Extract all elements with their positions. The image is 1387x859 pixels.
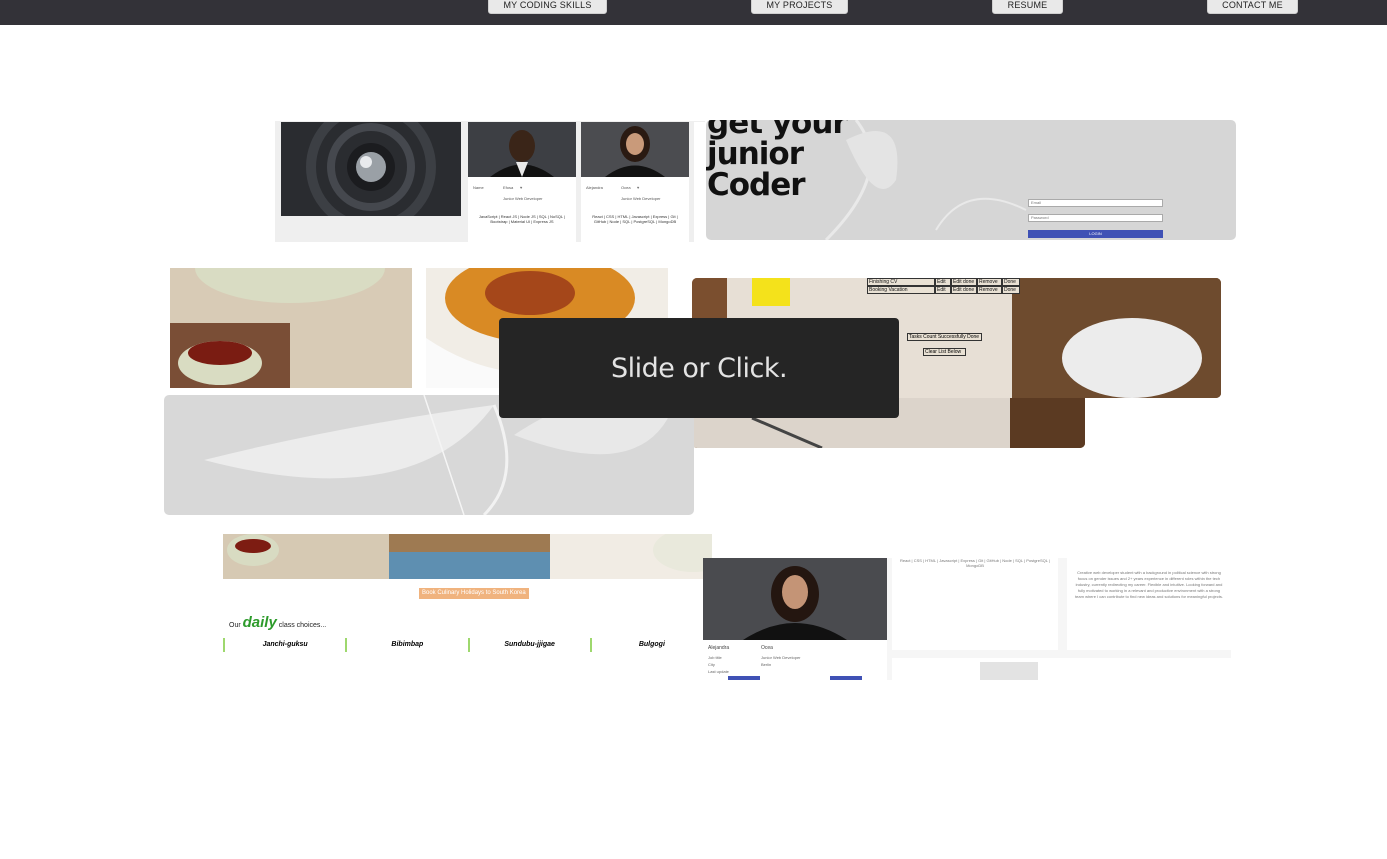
dish-item[interactable]: Bulgogi [589,638,712,652]
card-name-right: Ocea [621,185,631,190]
profile-action-button[interactable] [830,676,862,680]
edit-button[interactable]: Edit [935,286,951,294]
junior-coder-headline: get your junior Coder [707,120,848,203]
profile-card: Alejandra Ocea Job title Junior Web Deve… [703,558,887,680]
dish-item[interactable]: Sundubu-jjigae [467,638,590,652]
remove-button[interactable]: Remove [977,278,1002,286]
nav-coding-skills-button[interactable]: MY CODING SKILLS [488,0,607,14]
heart-icon[interactable]: ♥ [637,185,639,190]
profile-bottom-panel [892,658,1231,680]
mini-avatar [980,662,1038,680]
project-tile-dev-cards[interactable]: Name Efosa ♥ Junior Web Developer JavaSc… [275,121,705,242]
culinary-banner[interactable]: Book Culinary Holidays to South Korea [419,588,529,599]
profile-photo [703,558,887,640]
profile-bio-panel: Creative web developer student with a ba… [1067,558,1231,650]
project-tile-profile[interactable]: Alejandra Ocea Job title Junior Web Deve… [703,558,1231,680]
edit-done-button[interactable]: Edit done [951,286,977,294]
top-navbar: MY CODING SKILLS MY PROJECTS RESUME CONT… [0,0,1387,25]
card-name-left: Name [473,185,484,190]
password-field[interactable]: Password [1028,214,1163,222]
card-job-title: Junior Web Developer [621,196,661,201]
project-tile-junior-coder[interactable]: get your junior Coder Email Password LOG… [706,120,1236,240]
email-field[interactable]: Email [1028,199,1163,207]
developer-photo [468,122,576,177]
culinary-tagline: Our daily class choices... [229,614,327,631]
remove-button[interactable]: Remove [977,286,1002,294]
slide-or-click-overlay[interactable]: Slide or Click. [499,318,899,418]
dish-item[interactable]: Janchi-guksu [223,638,345,652]
done-button[interactable]: Done [1002,278,1020,286]
card-name-right: Efosa [503,185,514,190]
developer-card[interactable]: Name Efosa ♥ Junior Web Developer JavaSc… [468,122,576,242]
card-name-left: Alejandra [586,185,603,190]
dish-menu: Janchi-guksu Bibimbap Sundubu-jjigae Bul… [223,638,712,652]
project-tile-culinary[interactable]: Book Culinary Holidays to South Korea Ou… [223,534,712,655]
developer-card[interactable]: Alejandra Ocea ♥ Junior Web Developer Re… [581,122,689,242]
nav-contact-button[interactable]: CONTACT ME [1207,0,1298,14]
card-job-title: Junior Web Developer [503,196,543,201]
nav-resume-button[interactable]: RESUME [992,0,1063,14]
edit-button[interactable]: Edit [935,278,951,286]
edit-done-button[interactable]: Edit done [951,278,977,286]
developer-card-partial [694,122,705,242]
card-skills: JavaScript | React JS | Node JS | SQL | … [478,214,566,224]
profile-skills-panel: React | CSS | HTML | Javascript | Expres… [892,558,1058,650]
nav-projects-button[interactable]: MY PROJECTS [751,0,848,14]
tasks-count-button[interactable]: Tasks Count Successfully Done [907,333,982,341]
camera-lens-image [281,121,461,232]
developer-photo [581,122,689,177]
culinary-header-images [223,534,712,579]
clear-list-button[interactable]: Clear List Below [923,348,966,356]
heart-icon[interactable]: ♥ [520,185,522,190]
done-button[interactable]: Done [1002,286,1020,294]
profile-action-button[interactable] [728,676,760,680]
dish-item[interactable]: Bibimbap [345,638,467,652]
card-skills: React | CSS | HTML | Javascript | Expres… [592,214,678,224]
login-button[interactable]: LOGIN [1028,230,1163,238]
